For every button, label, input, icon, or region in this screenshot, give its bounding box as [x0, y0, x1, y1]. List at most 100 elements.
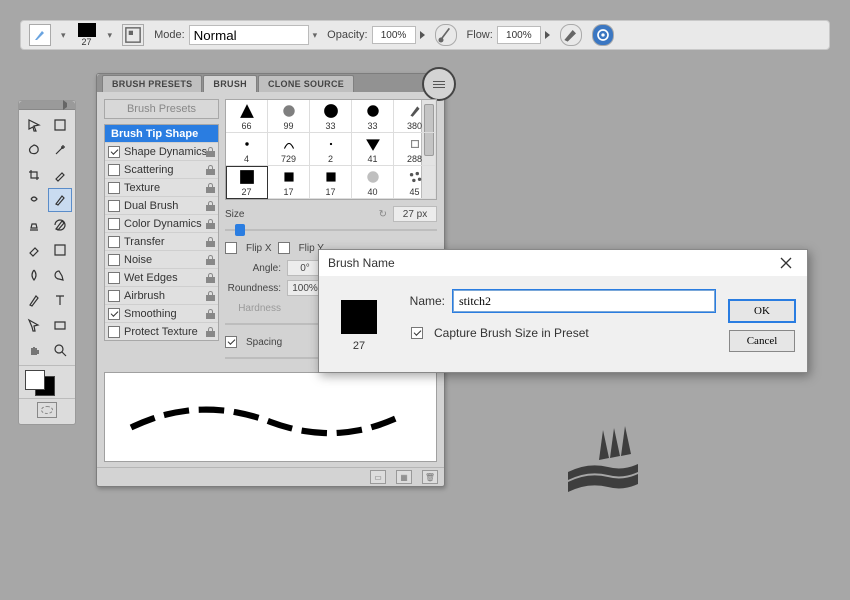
option-checkbox[interactable]	[108, 236, 120, 248]
tool-lasso[interactable]	[22, 138, 47, 162]
lock-icon[interactable]	[206, 273, 215, 283]
tab-brush-presets[interactable]: BRUSH PRESETS	[102, 75, 202, 92]
brush-thumb[interactable]: 17	[310, 166, 352, 199]
fg-swatch[interactable]	[25, 370, 45, 390]
option-checkbox[interactable]	[108, 200, 120, 212]
size-value[interactable]: 27 px	[393, 206, 437, 222]
mode-select[interactable]	[189, 25, 309, 45]
brush-thumb[interactable]: 4	[226, 133, 268, 166]
airbrush-toggle-icon[interactable]	[560, 24, 582, 46]
brush-preset-picker[interactable]: 27	[76, 23, 98, 47]
option-checkbox[interactable]	[108, 146, 120, 158]
flipx-checkbox[interactable]	[225, 242, 237, 254]
tool-eyedropper[interactable]	[48, 163, 73, 187]
tool-crop[interactable]	[22, 163, 47, 187]
cancel-button[interactable]: Cancel	[729, 330, 795, 352]
brush-panel-toggle-icon[interactable]	[122, 24, 144, 46]
tool-eraser[interactable]	[22, 238, 47, 262]
brush-presets-button[interactable]: Brush Presets	[104, 99, 219, 119]
brush-thumb[interactable]: 17	[268, 166, 310, 199]
brush-thumb[interactable]: 33	[310, 100, 352, 133]
flow-value[interactable]: 100%	[497, 26, 541, 44]
tab-clone-source[interactable]: CLONE SOURCE	[258, 75, 354, 92]
option-wet-edges[interactable]: Wet Edges	[105, 269, 218, 287]
option-dual-brush[interactable]: Dual Brush	[105, 197, 218, 215]
color-swatches[interactable]	[19, 365, 75, 398]
tool-path-select[interactable]	[22, 313, 47, 337]
lock-icon[interactable]	[206, 309, 215, 319]
tool-text[interactable]	[48, 288, 73, 312]
panel-menu-icon[interactable]	[422, 67, 456, 101]
lock-icon[interactable]	[206, 147, 215, 157]
brush-thumb[interactable]: 288	[394, 133, 436, 166]
lock-icon[interactable]	[206, 237, 215, 247]
option-color-dynamics[interactable]: Color Dynamics	[105, 215, 218, 233]
tool-brush[interactable]	[48, 188, 73, 212]
quick-mask-icon[interactable]	[37, 402, 57, 418]
brush-thumb[interactable]: 380	[394, 100, 436, 133]
option-airbrush[interactable]: Airbrush	[105, 287, 218, 305]
tool-hand[interactable]	[22, 338, 47, 362]
option-texture[interactable]: Texture	[105, 179, 218, 197]
reset-size-icon[interactable]: ↻	[379, 209, 387, 220]
ok-button[interactable]: OK	[729, 300, 795, 322]
brush-thumb[interactable]: 33	[352, 100, 394, 133]
lock-icon[interactable]	[206, 219, 215, 229]
close-icon[interactable]	[771, 253, 801, 273]
lock-icon[interactable]	[206, 183, 215, 193]
option-checkbox[interactable]	[108, 326, 120, 338]
tool-blur[interactable]	[22, 263, 47, 287]
tool-stamp[interactable]	[22, 213, 47, 237]
tool-preset-picker[interactable]	[29, 24, 51, 46]
brush-thumb[interactable]: 27	[226, 166, 268, 199]
tab-brush[interactable]: BRUSH	[203, 75, 257, 92]
tool-magic-wand[interactable]	[48, 138, 73, 162]
option-smoothing[interactable]: Smoothing	[105, 305, 218, 323]
option-checkbox[interactable]	[108, 308, 120, 320]
lock-icon[interactable]	[206, 165, 215, 175]
brush-tip-shape-row[interactable]: Brush Tip Shape	[105, 125, 218, 143]
tool-shape[interactable]	[48, 313, 73, 337]
brush-thumb[interactable]: 41	[352, 133, 394, 166]
option-shape-dynamics[interactable]: Shape Dynamics	[105, 143, 218, 161]
capture-size-checkbox[interactable]	[411, 327, 423, 339]
trash-icon[interactable]: 🗑	[422, 470, 438, 484]
brush-thumb[interactable]: 66	[226, 100, 268, 133]
new-brush-icon[interactable]: ▦	[396, 470, 412, 484]
tools-collapse-icon[interactable]	[19, 101, 75, 110]
lock-icon[interactable]	[206, 255, 215, 265]
brush-thumb[interactable]: 40	[352, 166, 394, 199]
tool-marquee[interactable]	[48, 113, 73, 137]
option-checkbox[interactable]	[108, 164, 120, 176]
lock-icon[interactable]	[206, 291, 215, 301]
flipy-checkbox[interactable]	[278, 242, 290, 254]
spacing-checkbox[interactable]	[225, 336, 237, 348]
brush-thumb[interactable]: 2	[310, 133, 352, 166]
tool-move[interactable]	[22, 113, 47, 137]
tool-zoom[interactable]	[48, 338, 73, 362]
option-scattering[interactable]: Scattering	[105, 161, 218, 179]
tool-gradient[interactable]	[48, 238, 73, 262]
opacity-slider-icon[interactable]	[420, 31, 425, 39]
opacity-value[interactable]: 100%	[372, 26, 416, 44]
option-checkbox[interactable]	[108, 218, 120, 230]
option-checkbox[interactable]	[108, 272, 120, 284]
brush-thumb[interactable]: 99	[268, 100, 310, 133]
option-checkbox[interactable]	[108, 290, 120, 302]
lock-icon[interactable]	[206, 201, 215, 211]
tool-healing[interactable]	[22, 188, 47, 212]
name-field[interactable]	[453, 290, 715, 312]
toggle-preview-icon[interactable]: ▭	[370, 470, 386, 484]
tool-history-brush[interactable]	[48, 213, 73, 237]
tablet-opacity-icon[interactable]	[435, 24, 457, 46]
option-transfer[interactable]: Transfer	[105, 233, 218, 251]
tablet-size-icon[interactable]	[592, 24, 614, 46]
brush-thumb[interactable]: 45	[394, 166, 436, 199]
tool-pen[interactable]	[22, 288, 47, 312]
flow-slider-icon[interactable]	[545, 31, 550, 39]
size-slider[interactable]	[225, 226, 437, 234]
brush-thumb[interactable]: 729	[268, 133, 310, 166]
tool-dodge[interactable]	[48, 263, 73, 287]
option-checkbox[interactable]	[108, 254, 120, 266]
option-protect-texture[interactable]: Protect Texture	[105, 323, 218, 340]
